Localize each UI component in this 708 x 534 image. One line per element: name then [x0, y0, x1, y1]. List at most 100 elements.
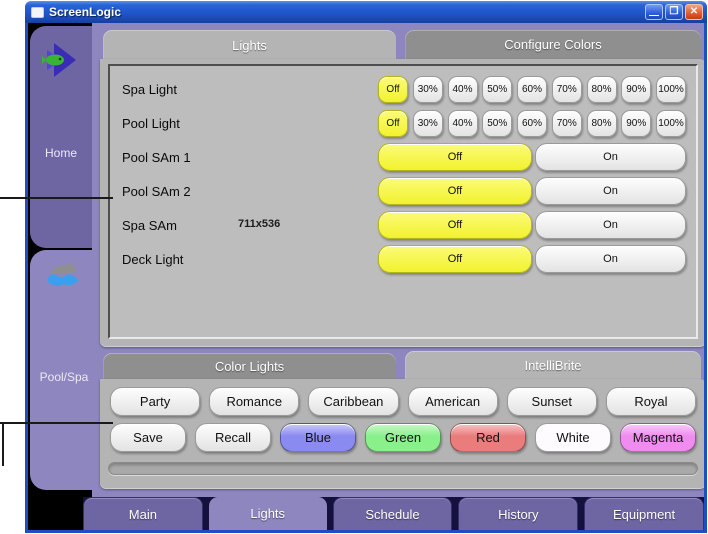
light-row-controls: Off 30% 40% 50% 60% 70% 80% 90% 100% [378, 109, 686, 137]
bottom-tab-main[interactable]: Main [83, 497, 203, 530]
tab-lights[interactable]: Lights [103, 30, 396, 61]
pool-sam-1-on-button[interactable]: On [535, 143, 686, 171]
bottom-tab-label: Schedule [365, 506, 420, 522]
pool-sam-2-off-button[interactable]: Off [378, 177, 532, 205]
tab-intellibrite[interactable]: IntelliBrite [405, 351, 701, 380]
color-white-button[interactable]: White [535, 423, 611, 452]
bottom-tab-label: History [498, 506, 539, 522]
screenshot-stage: ScreenLogic — ❐ ✕ Home Pool/Spa Lights C… [0, 0, 708, 534]
scene-party-button[interactable]: Party [110, 387, 201, 416]
tab-color-lights[interactable]: Color Lights [103, 353, 396, 380]
color-save-button[interactable]: Save [110, 423, 186, 452]
spa-light-100-button[interactable]: 100% [656, 75, 686, 103]
scene-sunset-button[interactable]: Sunset [506, 387, 597, 416]
bottom-tab-label: Lights [250, 506, 286, 521]
tab-label: Configure Colors [504, 37, 602, 52]
pool-light-100-button[interactable]: 100% [656, 109, 686, 137]
pool-light-90-button[interactable]: 90% [621, 109, 652, 137]
pool-light-70-button[interactable]: 70% [551, 109, 582, 137]
light-row-controls: Off On [378, 143, 686, 171]
spa-sam-on-button[interactable]: On [535, 211, 686, 239]
callout-line-vertical [2, 422, 4, 466]
scene-royal-button[interactable]: Royal [605, 387, 697, 416]
callout-line-top [0, 197, 113, 199]
close-button[interactable]: ✕ [685, 4, 703, 20]
screenlogic-window: ScreenLogic — ❐ ✕ Home Pool/Spa Lights C… [25, 1, 707, 533]
pool-light-60-button[interactable]: 60% [517, 109, 547, 137]
light-show-row: Party Romance Caribbean American Sunset Royal [110, 387, 697, 416]
light-row-label: Pool Light [122, 115, 180, 131]
swimmer-icon [48, 263, 78, 286]
pool-light-30-button[interactable]: 30% [412, 109, 443, 137]
bottom-tab-bar: Main Lights Schedule History Equipment [83, 497, 704, 530]
color-recall-button[interactable]: Recall [195, 423, 271, 452]
light-row-controls: Off On [378, 245, 686, 273]
resize-size-overlay: 711x536 [238, 218, 281, 230]
tab-label: Color Lights [214, 359, 285, 374]
sidebar-item-label: Home [44, 146, 77, 160]
tab-configure-colors[interactable]: Configure Colors [405, 30, 701, 59]
pool-light-40-button[interactable]: 40% [447, 109, 478, 137]
pool-light-off-button[interactable]: Off [378, 109, 408, 137]
pool-light-50-button[interactable]: 50% [482, 109, 513, 137]
callout-line-bottom [0, 422, 113, 424]
light-row-controls: Off On [378, 211, 686, 239]
title-bar[interactable]: ScreenLogic — ❐ ✕ [25, 1, 707, 23]
light-row-controls: Off 30% 40% 50% 60% 70% 80% 90% 100% [378, 75, 686, 103]
light-row-label: Deck Light [122, 251, 184, 267]
light-row-label: Pool SAm 2 [122, 183, 191, 199]
spa-light-90-button[interactable]: 90% [621, 75, 652, 103]
spa-light-30-button[interactable]: 30% [412, 75, 443, 103]
sidebar-item-label: Pool/Spa [39, 370, 89, 384]
light-row-pool-sam-1: Pool SAm 1 Off On [122, 140, 686, 174]
maximize-button[interactable]: ❐ [665, 4, 683, 20]
progress-track [108, 462, 698, 475]
deck-light-on-button[interactable]: On [535, 245, 686, 273]
spa-sam-off-button[interactable]: Off [378, 211, 532, 239]
scene-american-button[interactable]: American [407, 387, 498, 416]
light-row-label: Pool SAm 1 [122, 149, 191, 165]
window-body: Home Pool/Spa Lights Configure Colors 71… [25, 23, 707, 533]
light-row-deck-light: Deck Light Off On [122, 242, 686, 276]
tab-label: IntelliBrite [524, 358, 582, 373]
lights-list: 711x536 Spa Light Off 30% 40% 50% 60% 70% 80% 90… [108, 64, 698, 339]
bottom-tab-schedule[interactable]: Schedule [332, 497, 453, 530]
minimize-button[interactable]: — [645, 4, 663, 21]
bottom-tab-history[interactable]: History [458, 497, 579, 530]
screenlogic-logo-icon [42, 43, 76, 77]
sidebar-item-home[interactable]: Home [30, 26, 92, 248]
deck-light-off-button[interactable]: Off [378, 245, 532, 273]
bottom-tab-equipment[interactable]: Equipment [584, 497, 704, 530]
light-row-pool-sam-2: Pool SAm 2 Off On [122, 174, 686, 208]
fixed-color-row: Save Recall Blue Green Red White Magenta [110, 423, 696, 452]
spa-light-off-button[interactable]: Off [378, 75, 408, 103]
scene-romance-button[interactable]: Romance [209, 387, 300, 416]
spa-light-40-button[interactable]: 40% [447, 75, 478, 103]
color-blue-button[interactable]: Blue [280, 423, 356, 452]
lights-panel: 711x536 Spa Light Off 30% 40% 50% 60% 70% 80% 90… [100, 59, 704, 347]
bottom-tab-lights[interactable]: Lights [208, 497, 327, 530]
color-magenta-button[interactable]: Magenta [620, 423, 696, 452]
spa-light-80-button[interactable]: 80% [586, 75, 617, 103]
pool-light-80-button[interactable]: 80% [586, 109, 617, 137]
spa-light-60-button[interactable]: 60% [517, 75, 547, 103]
scene-caribbean-button[interactable]: Caribbean [308, 387, 399, 416]
color-green-button[interactable]: Green [365, 423, 441, 452]
pool-sam-1-off-button[interactable]: Off [378, 143, 532, 171]
color-red-button[interactable]: Red [450, 423, 526, 452]
app-icon [31, 6, 44, 18]
sidebar-item-pool-spa[interactable]: Pool/Spa [30, 250, 98, 490]
window-title: ScreenLogic [49, 5, 122, 19]
spa-light-50-button[interactable]: 50% [482, 75, 513, 103]
bottom-tab-label: Equipment [613, 506, 676, 522]
light-row-controls: Off On [378, 177, 686, 205]
light-row-pool-light: Pool Light Off 30% 40% 50% 60% 70% 80% 90% 100% [122, 106, 686, 140]
pool-sam-2-on-button[interactable]: On [535, 177, 686, 205]
bottom-tab-label: Main [128, 506, 157, 522]
tab-label: Lights [232, 38, 267, 53]
spa-light-70-button[interactable]: 70% [551, 75, 582, 103]
intellibrite-panel: Party Romance Caribbean American Sunset Royal… [100, 379, 704, 489]
light-row-spa-sam: Spa SAm Off On [122, 208, 686, 242]
light-row-label: Spa Light [122, 81, 177, 97]
light-row-spa-light: Spa Light Off 30% 40% 50% 60% 70% 80% 90% 100% [122, 72, 686, 106]
